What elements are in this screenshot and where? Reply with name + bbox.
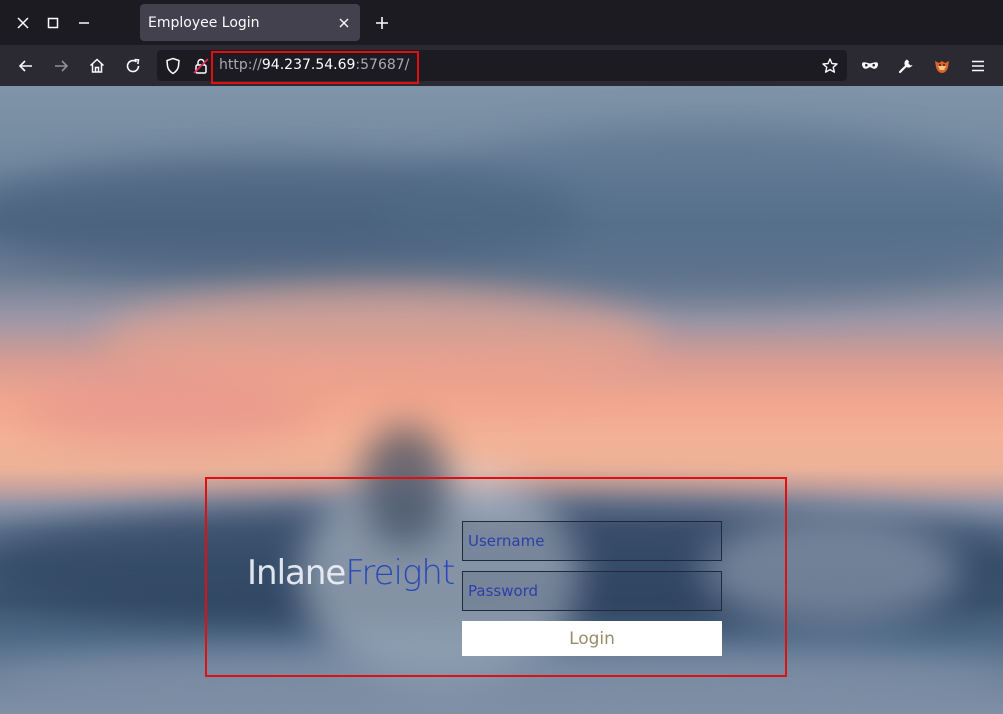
brand-logo: InlaneFreight [247, 553, 455, 593]
brand-name-part2: Freight [345, 553, 455, 593]
insecure-lock-icon[interactable] [191, 56, 211, 76]
url-port: :57687/ [355, 57, 410, 73]
tab-close-icon[interactable] [336, 15, 352, 31]
login-page-background [0, 86, 1003, 714]
reload-icon[interactable] [120, 53, 146, 79]
tab-strip: Employee Login [0, 0, 1003, 45]
new-tab-plus-icon[interactable] [371, 12, 393, 34]
bg-sunset-glow [100, 286, 660, 396]
url-text[interactable]: http://94.237.54.69:57687/ [219, 57, 409, 73]
bg-water [0, 646, 1003, 714]
hamburger-menu-icon[interactable] [965, 53, 991, 79]
window-minimize-icon[interactable] [73, 12, 95, 34]
home-icon[interactable] [84, 53, 110, 79]
bg-cloud [380, 126, 1003, 306]
bookmark-star-icon[interactable] [819, 55, 841, 77]
wrench-icon[interactable] [893, 53, 919, 79]
password-input[interactable] [462, 571, 722, 611]
bg-ferry-mast [360, 426, 450, 546]
tab-title: Employee Login [148, 14, 260, 31]
url-scheme: http:// [219, 57, 262, 73]
bg-buildings [700, 516, 960, 626]
tracking-protection-shield-icon[interactable] [163, 56, 183, 76]
navigation-toolbar: http://94.237.54.69:57687/ [0, 45, 1003, 86]
private-mask-icon[interactable] [857, 53, 883, 79]
login-button[interactable]: Login [462, 621, 722, 656]
bg-sunset-glow [20, 386, 320, 446]
url-host: 94.237.54.69 [261, 57, 356, 73]
address-bar[interactable]: http://94.237.54.69:57687/ [157, 50, 847, 81]
brand-name-part1: Inlane [247, 553, 346, 593]
window-close-icon[interactable] [12, 12, 34, 34]
back-arrow-icon[interactable] [13, 53, 39, 79]
extension-fox-icon[interactable] [929, 53, 955, 79]
forward-arrow-icon[interactable] [48, 53, 74, 79]
tab-employee-login[interactable]: Employee Login [140, 4, 360, 41]
window-maximize-icon[interactable] [42, 12, 64, 34]
username-input[interactable] [462, 521, 722, 561]
